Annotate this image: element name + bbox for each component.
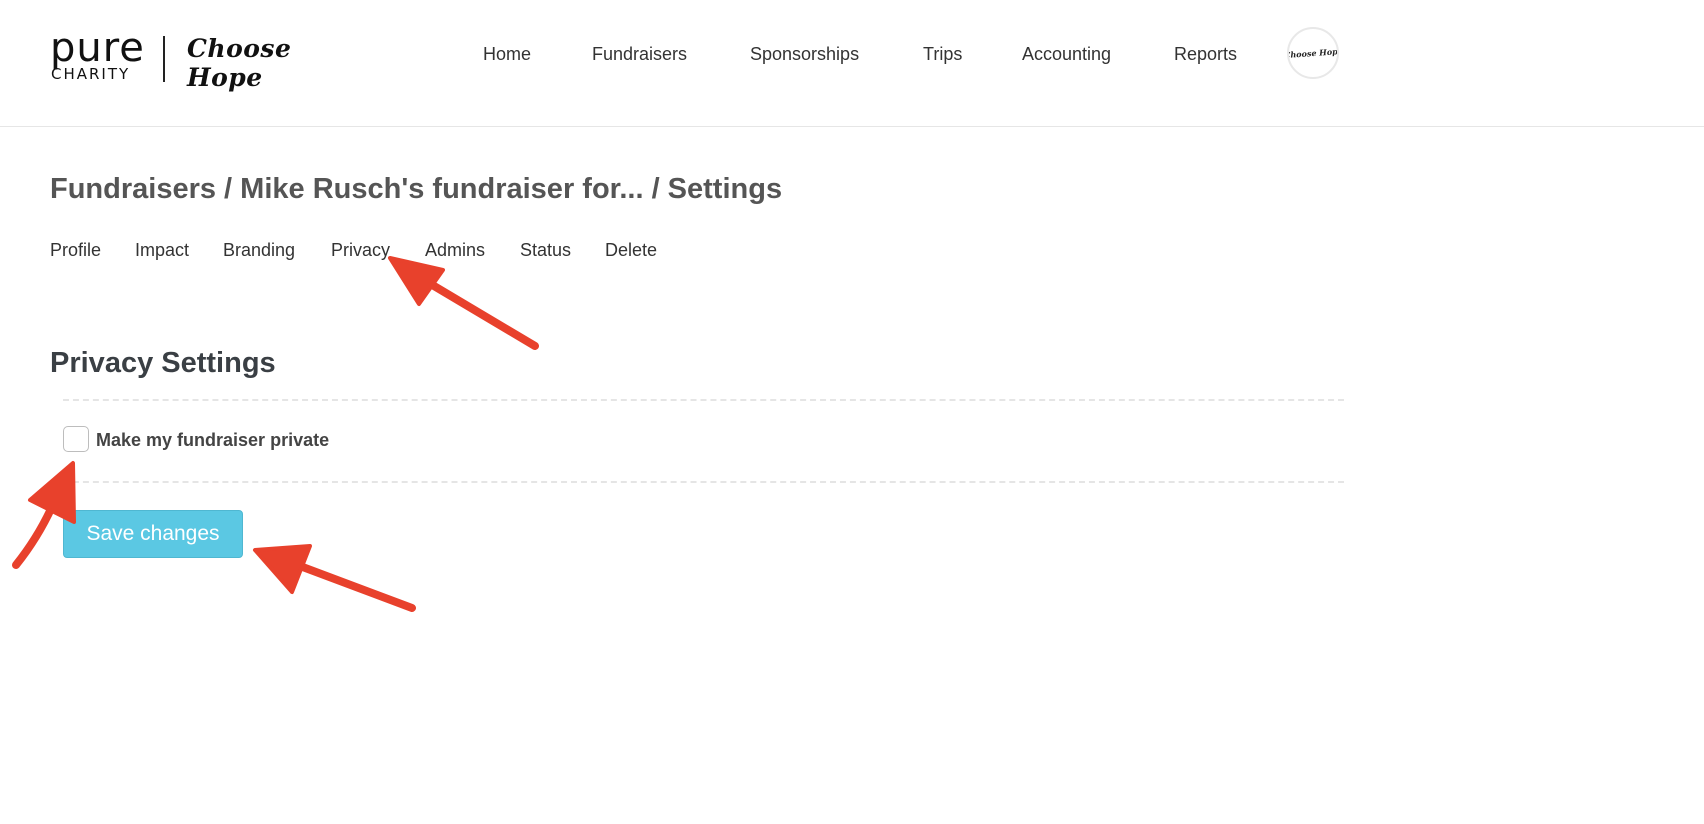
tab-privacy[interactable]: Privacy [331, 240, 390, 261]
save-changes-button[interactable]: Save changes [63, 510, 243, 558]
arrow-to-save-button [296, 562, 416, 612]
arrow-to-privacy-tab-head [388, 256, 445, 306]
page-title-breadcrumb: Fundraisers / Mike Rusch's fundraiser fo… [50, 173, 783, 205]
nav-fundraisers[interactable]: Fundraisers [592, 43, 687, 65]
account-avatar[interactable]: Choose Hope [1287, 27, 1339, 79]
nav-sponsorships[interactable]: Sponsorships [750, 43, 859, 65]
arrow-to-save-button-head [253, 544, 312, 594]
tab-branding[interactable]: Branding [223, 240, 295, 261]
avatar-logo-text: Choose Hope [1287, 45, 1339, 61]
tab-admins[interactable]: Admins [425, 240, 485, 261]
divider-top [63, 399, 1344, 401]
nav-accounting[interactable]: Accounting [1022, 43, 1111, 65]
private-fundraiser-label[interactable]: Make my fundraiser private [96, 430, 329, 451]
nav-reports[interactable]: Reports [1174, 43, 1237, 65]
top-header: pure CHARITY Choose Hope Home Fundraiser… [0, 0, 1704, 127]
arrow-to-checkbox [12, 496, 59, 569]
settings-tabs: Profile Impact Branding Privacy Admins S… [0, 240, 800, 264]
tab-impact[interactable]: Impact [135, 240, 189, 261]
nav-home[interactable]: Home [483, 43, 531, 65]
divider-bottom [63, 481, 1344, 483]
tab-profile[interactable]: Profile [50, 240, 101, 261]
privacy-settings-heading: Privacy Settings [50, 347, 276, 379]
nav-trips[interactable]: Trips [923, 43, 962, 65]
tab-status[interactable]: Status [520, 240, 571, 261]
private-fundraiser-checkbox[interactable] [63, 426, 89, 452]
arrow-to-privacy-tab [420, 276, 539, 350]
tab-delete[interactable]: Delete [605, 240, 657, 261]
main-nav: Home Fundraisers Sponsorships Trips Acco… [0, 43, 1704, 73]
